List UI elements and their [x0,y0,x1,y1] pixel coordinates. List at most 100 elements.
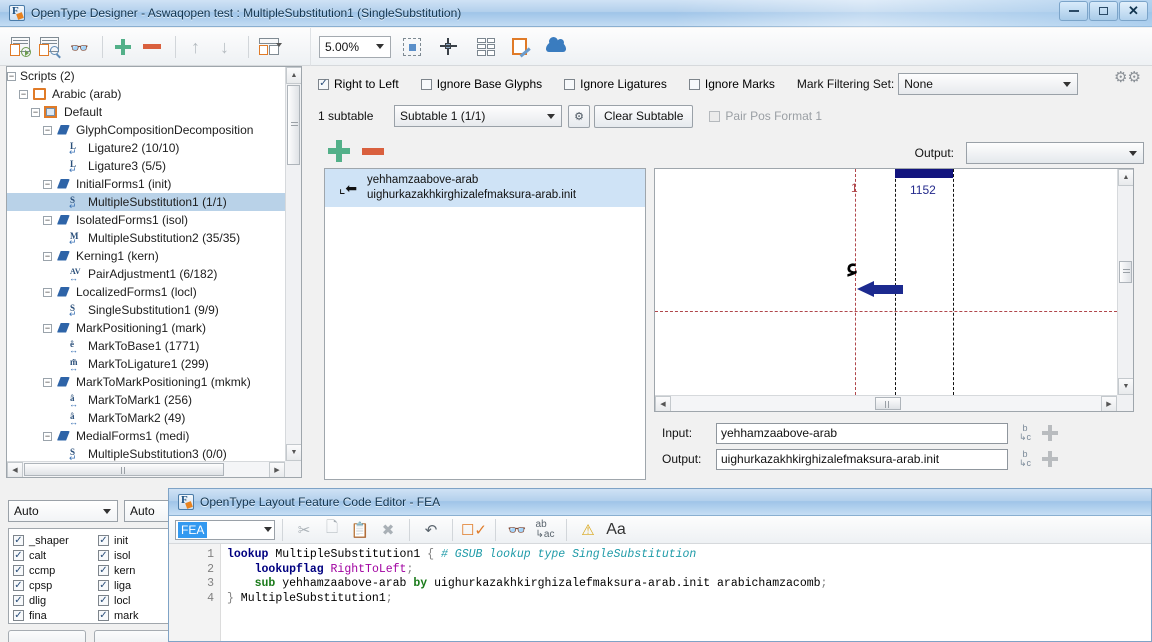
glyph-grid-icon[interactable] [473,34,499,60]
move-up-icon[interactable]: ↑ [183,34,209,60]
tree-item-ligature2[interactable]: L ↵ Ligature2 (10/10) [7,139,285,157]
tree-item-markpositioning1[interactable]: − MarkPositioning1 (mark) [7,319,285,337]
tree-item-ligature3[interactable]: L ↵ Ligature3 (5/5) [7,157,285,175]
close-button[interactable]: ✕ [1119,1,1148,21]
code-line[interactable]: lookupflag RightToLeft; [227,563,1151,578]
output-field[interactable]: uighurkazakhkirghizalefmaksura-arab.init [716,448,1008,470]
checkbox[interactable] [13,595,24,606]
move-down-icon[interactable]: ↓ [212,34,238,60]
copy-icon[interactable]: 🗋 [318,518,346,542]
cut-icon[interactable]: ✂ [290,518,318,542]
scroll-right-button[interactable]: ▶ [1101,396,1117,411]
delete-icon[interactable]: ✖ [374,518,402,542]
tree-expander[interactable]: − [19,89,28,99]
tree-item-marktomarkpositioning1[interactable]: − MarkToMarkPositioning1 (mkmk) [7,373,285,391]
tree-hscroll-thumb[interactable] [24,463,224,476]
canvas-hscroll-thumb[interactable] [875,397,901,410]
code-editor-area[interactable]: 1234 lookup MultipleSubstitution1 { # GS… [169,544,1151,641]
tree-item-arabic[interactable]: − Arabic (arab) [7,85,285,103]
format-combo[interactable]: FEA [175,519,275,540]
add-icon[interactable] [1042,425,1058,441]
chevron-down-icon[interactable] [264,521,272,539]
fit-view-icon[interactable] [399,34,425,60]
ignore-base-glyphs-checkbox[interactable] [420,78,432,90]
checkbox[interactable] [13,580,24,591]
tree-expander[interactable]: − [43,287,52,297]
checkbox[interactable] [13,535,24,546]
remove-icon[interactable] [139,34,165,60]
compile-check-icon[interactable]: ☐✓ [460,518,488,542]
feature-checkbox-list[interactable]: _shapercalt ccmp cpsp dlig fina init isol kern l… [8,528,184,624]
chevron-down-icon[interactable] [543,106,559,126]
checkbox[interactable] [98,580,109,591]
tree-item-default[interactable]: − Default [7,103,285,121]
checkbox[interactable] [13,565,24,576]
undo-icon[interactable]: ↶ [417,518,445,542]
ignore-base-glyphs-option[interactable]: Ignore Base Glyphs [420,77,542,91]
code-content[interactable]: lookup MultipleSubstitution1 { # GSUB lo… [221,544,1151,641]
tree-item-multiplesubstitution3[interactable]: S ↵ MultipleSubstitution3 (0/0) [7,445,285,462]
code-line[interactable]: sub yehhamzaabove-arab by uighurkazakhki… [227,577,1151,592]
ignore-marks-checkbox[interactable] [688,78,700,90]
checkbox[interactable] [13,550,24,561]
lookup-tree[interactable]: − Scripts (2) − Arabic (arab) − Default − Glyph… [7,67,285,461]
cloud-icon[interactable] [543,34,569,60]
scroll-left-button[interactable]: ◀ [7,462,23,477]
binoculars-icon[interactable]: 👓 [66,34,92,60]
canvas-horizontal-scrollbar[interactable]: ◀ ▶ [655,395,1117,411]
tree-item-multiplesubstitution2[interactable]: M ↵ MultipleSubstitution2 (35/35) [7,229,285,247]
mark-filtering-set-combo[interactable]: None [898,73,1079,95]
feature-checkbox-shaper[interactable]: _shaper [13,533,98,548]
chevron-down-icon[interactable] [1125,143,1141,163]
scroll-right-button[interactable]: ▶ [269,462,285,477]
feature-checkbox-ccmp[interactable]: ccmp [13,563,98,578]
layout-icon[interactable] [256,34,282,60]
tree-item-marktobase1[interactable]: ê ↔ MarkToBase1 (1771) [7,337,285,355]
tree-item-multiplesubstitution1[interactable]: S ↵ MultipleSubstitution1 (1/1) [7,193,285,211]
tree-item-scripts[interactable]: − Scripts (2) [7,67,285,85]
tree-vscroll-thumb[interactable] [287,85,300,165]
right-to-left-option[interactable]: Right to Left [318,77,399,91]
tree-expander[interactable]: − [43,251,52,261]
chevron-down-icon[interactable] [1059,74,1075,94]
list-item[interactable]: ⌞⬅ yehhamzaabove-arab uighurkazakhkirghi… [325,169,645,207]
add-icon[interactable] [1042,451,1058,467]
checkbox[interactable] [98,610,109,621]
find-icon[interactable]: 👓 [503,518,531,542]
scroll-left-button[interactable]: ◀ [655,396,671,411]
bottom-button-1[interactable] [8,630,86,642]
subtable-settings-button[interactable]: ⚙ [568,104,590,128]
chevron-down-icon[interactable] [99,501,115,521]
tree-expander[interactable]: − [43,215,52,225]
tree-item-initialforms1[interactable]: − InitialForms1 (init) [7,175,285,193]
bottom-button-2[interactable] [94,630,172,642]
scroll-up-button[interactable]: ▲ [1118,169,1133,186]
checkbox[interactable] [98,550,109,561]
lookup-tree-panel[interactable]: − Scripts (2) − Arabic (arab) − Default − Glyph… [6,66,302,478]
tree-expander[interactable]: − [43,125,52,135]
scroll-down-button[interactable]: ▼ [1118,378,1133,395]
replace-icon[interactable]: ab ↳ac [531,518,559,542]
glyph-preview-panel[interactable]: 1 1152 ء ▲ ▼ ◀ ▶ [654,168,1134,412]
ignore-ligatures-checkbox[interactable] [564,78,576,90]
tree-item-medialforms1[interactable]: − MedialForms1 (medi) [7,427,285,445]
font-icon[interactable]: Aa [602,518,630,542]
code-line[interactable]: lookup MultipleSubstitution1 { # GSUB lo… [227,548,1151,563]
checkbox[interactable] [98,565,109,576]
tree-item-localizedforms1[interactable]: − LocalizedForms1 (locl) [7,283,285,301]
add-icon[interactable] [110,34,136,60]
feature-checkbox-dlig[interactable]: dlig [13,593,98,608]
shaper-combo-1[interactable]: Auto [8,500,118,522]
checkbox[interactable] [13,610,24,621]
center-origin-icon[interactable] [436,34,462,60]
add-icon[interactable] [328,140,350,162]
clear-subtable-button[interactable]: Clear Subtable [594,104,694,128]
ignore-marks-option[interactable]: Ignore Marks [688,77,775,91]
tree-item-glyphcompositiondecomposition[interactable]: − GlyphCompositionDecomposition [7,121,285,139]
tree-item-isolatedforms1[interactable]: − IsolatedForms1 (isol) [7,211,285,229]
glyph-name-icon[interactable]: b ↳c [1014,450,1036,468]
tree-expander[interactable]: − [31,107,40,117]
canvas-vertical-scrollbar[interactable]: ▲ ▼ [1117,169,1133,395]
right-to-left-checkbox[interactable] [318,78,329,90]
edit-page-icon[interactable] [508,34,534,60]
